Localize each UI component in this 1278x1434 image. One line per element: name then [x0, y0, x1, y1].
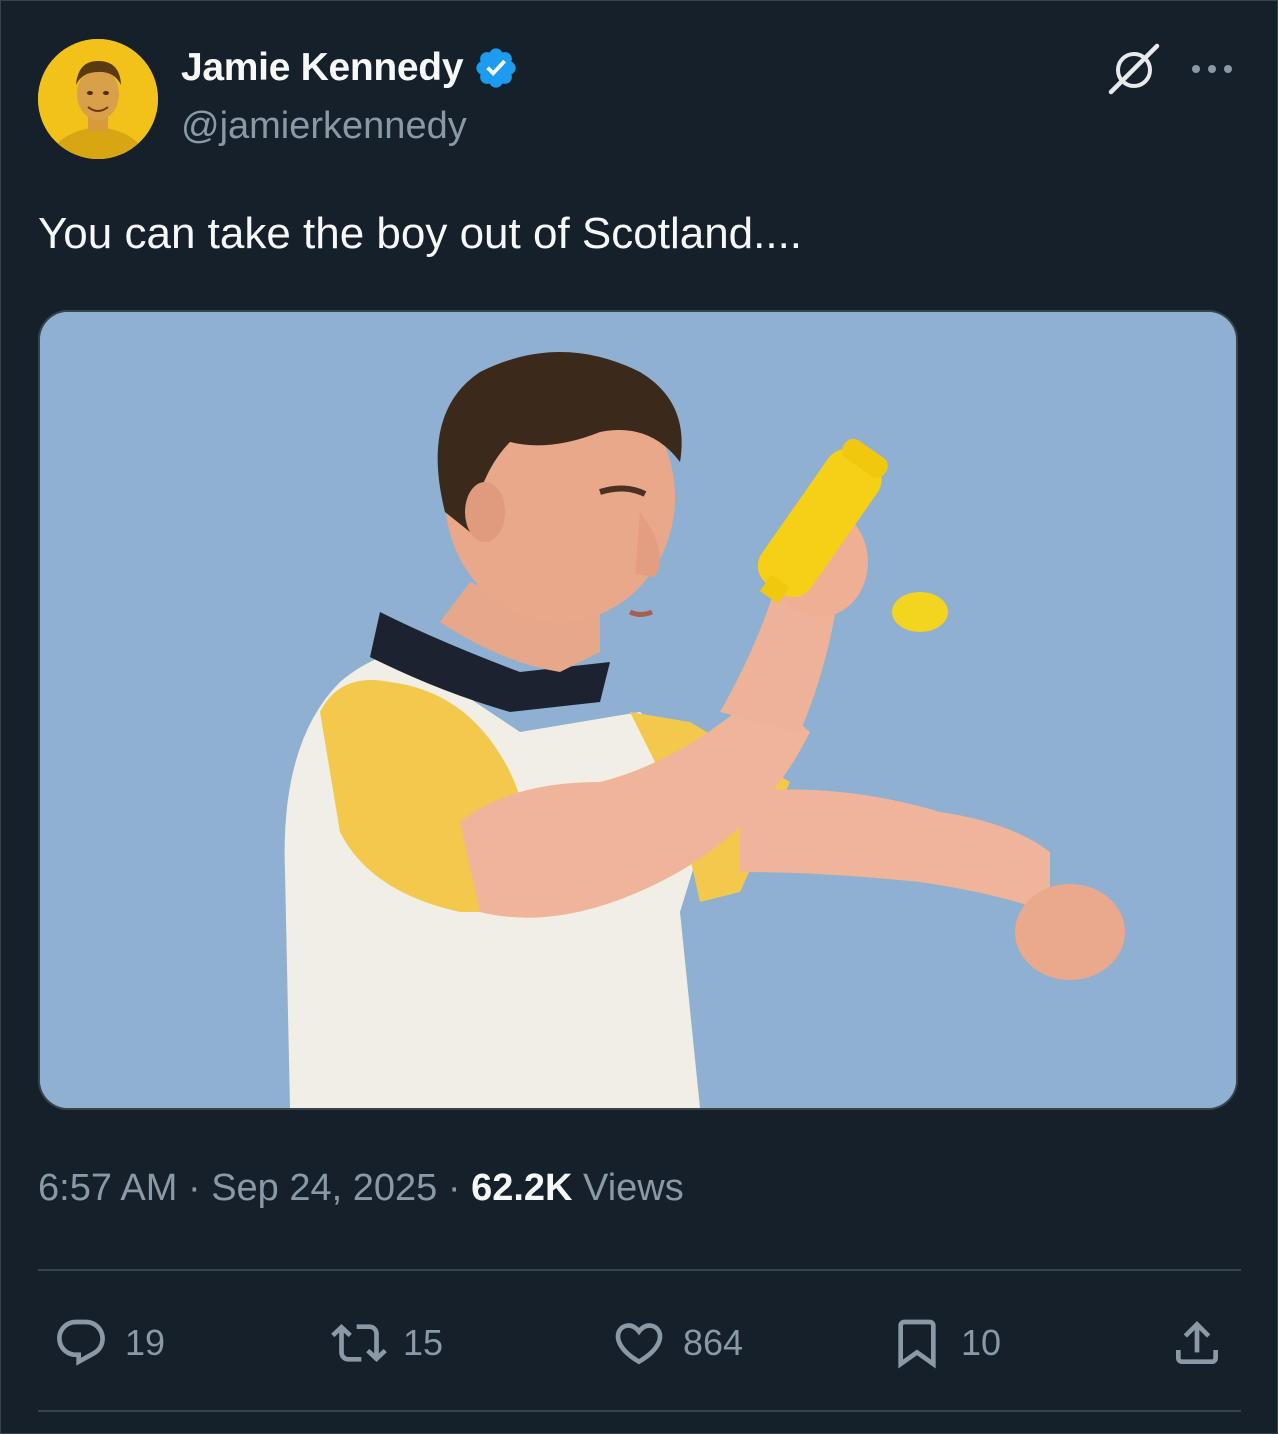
like-icon [615, 1323, 663, 1365]
divider-top [38, 1269, 1241, 1271]
views-count: 62.2K [471, 1167, 573, 1209]
like-count: 864 [683, 1322, 744, 1363]
avatar-image [38, 39, 158, 159]
views-label: Views [583, 1167, 684, 1209]
share-icon [1176, 1321, 1218, 1364]
tweet-text: You can take the boy out of Scotland.... [38, 209, 803, 258]
bookmark-count: 10 [961, 1322, 1002, 1363]
tweet-card: Jamie Kennedy @jamierkennedy You can tak… [0, 0, 1278, 1434]
reply-button[interactable]: 19 [51, 1315, 165, 1371]
meta-separator: · [187, 1167, 201, 1209]
avatar[interactable] [38, 39, 158, 159]
share-button[interactable] [1167, 1315, 1227, 1371]
divider-bottom [38, 1410, 1241, 1412]
repost-count: 15 [403, 1322, 444, 1363]
grok-icon[interactable] [1105, 43, 1163, 95]
bookmark-button[interactable]: 10 [887, 1315, 1001, 1371]
reply-count: 19 [125, 1322, 166, 1363]
bookmark-icon [898, 1319, 936, 1369]
photo-illustration [40, 312, 1236, 1108]
tweet-time[interactable]: 6:57 AM [38, 1167, 177, 1209]
repost-button[interactable]: 15 [329, 1315, 443, 1371]
verified-badge-icon[interactable] [473, 45, 519, 91]
meta-separator: · [447, 1167, 461, 1209]
author-handle[interactable]: @jamierkennedy [181, 105, 467, 148]
tweet-meta: 6:57 AM · Sep 24, 2025 · 62.2K Views [38, 1167, 684, 1210]
tweet-photo[interactable] [38, 310, 1238, 1110]
like-button[interactable]: 864 [609, 1315, 743, 1371]
repost-icon [331, 1324, 387, 1362]
author-name-row: Jamie Kennedy [181, 45, 519, 91]
reply-icon [57, 1319, 105, 1366]
more-icon[interactable] [1187, 51, 1237, 87]
author-display-name[interactable]: Jamie Kennedy [181, 46, 464, 90]
tweet-date[interactable]: Sep 24, 2025 [211, 1167, 437, 1209]
